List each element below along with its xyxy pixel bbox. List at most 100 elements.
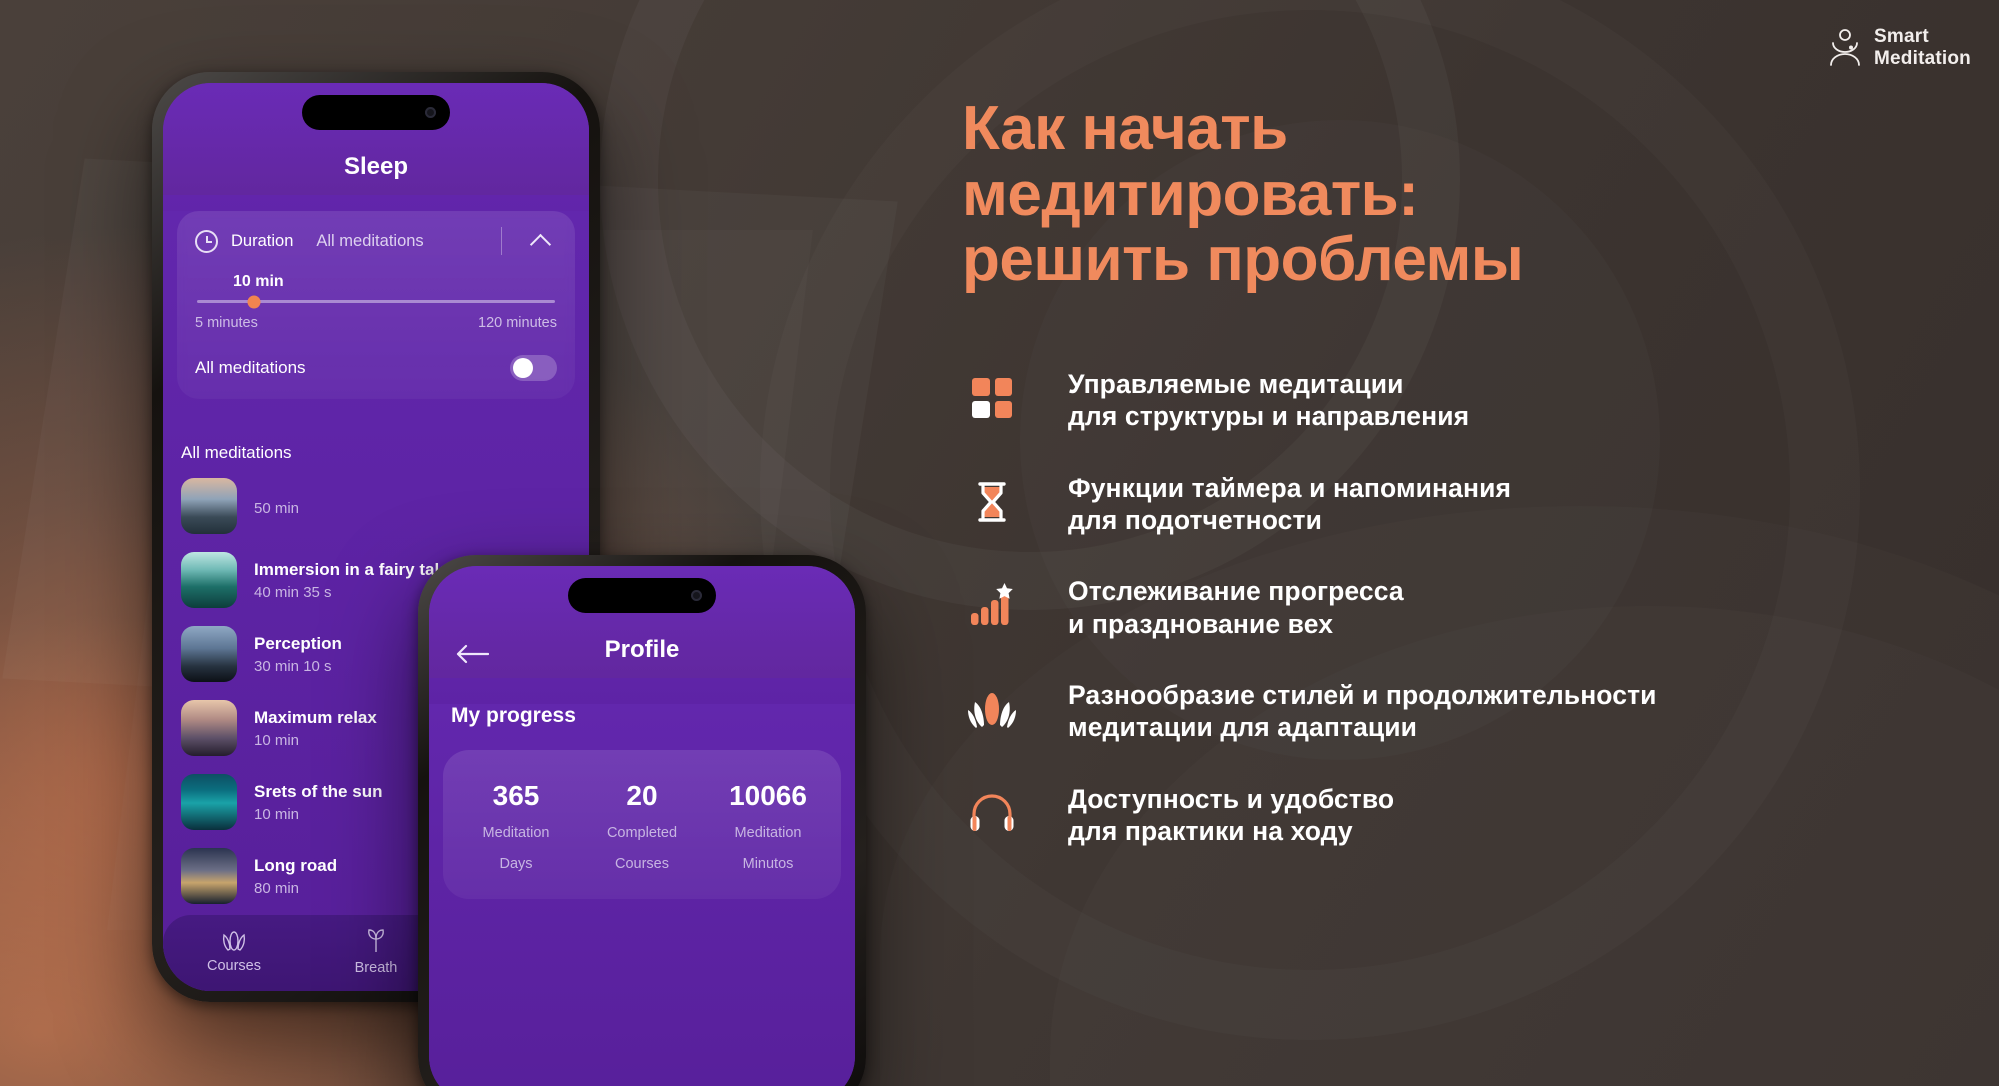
tab-courses[interactable]: Courses [163,929,305,974]
phone2-screen: Profile My progress 365 Meditation Days … [429,566,855,1086]
list-item-text: 50 min [254,496,299,517]
list-item-text: Maximum relax 10 min [254,708,377,749]
progress-section-title: My progress [451,704,576,727]
feature-line-2: медитации для адаптации [1068,712,1418,743]
page-title: Как начать медитировать: решить проблемы [962,96,1972,293]
slider-max-label: 120 minutes [478,315,557,331]
duration-filter-header[interactable]: Duration All meditations [195,227,557,255]
stat-completed-courses: 20 Completed Courses [579,780,705,873]
meditation-thumbnail [181,774,237,830]
list-item[interactable]: 50 min [177,469,575,543]
list-item-duration: 10 min [254,805,300,823]
feature-item: Доступность и удобство для практики на х… [962,783,1972,848]
phone1-screen-title: Sleep [343,153,409,180]
grid-square-br [994,400,1012,419]
stat-value: 365 [492,780,540,811]
headline-line-1: Как начать [962,94,1288,163]
list-item-title: Maximum relax [254,707,377,727]
feature-icon-wrap [962,575,1022,631]
brand-name-line1: Smart [1874,26,1929,47]
feature-text: Управляемые медитации для структуры и на… [1068,368,1469,433]
phone2-notch [568,578,716,613]
slider-handle[interactable] [247,295,261,308]
feature-line-1: Функции таймера и напоминания [1068,472,1512,503]
headline-line-2: медитировать: [962,159,1419,229]
feature-line-2: и празднование вех [1068,608,1334,639]
list-item-title: Perception [254,633,342,653]
feature-line-1: Разнообразие стилей и продолжительности [1068,680,1657,711]
divider [501,227,502,255]
clock-icon [195,229,218,253]
stat-label-line1: Completed [606,825,678,841]
toggle-knob [513,358,533,378]
leaf-icon [368,929,384,952]
feature-line-2: для подотчетности [1068,505,1322,536]
slider-current-value: 10 min [233,273,284,290]
phone-mockup-profile: Profile My progress 365 Meditation Days … [418,555,866,1086]
meditation-thumbnail [181,700,237,756]
slider-min-label: 5 minutes [195,315,258,331]
list-item-duration: 10 min [254,731,300,749]
duration-slider[interactable] [197,295,555,308]
toggle-label: All meditations [195,358,306,377]
headline-line-3: решить проблемы [962,225,1524,295]
meditation-thumbnail [181,478,237,534]
grid-square-bl [972,400,990,419]
duration-selected-value[interactable]: All meditations [316,232,423,251]
brand-name-line2: Meditation [1874,48,1971,70]
duration-filter-card[interactable]: Duration All meditations 10 min 5 minute… [177,211,575,399]
phone2-screen-title: Profile [604,636,680,663]
list-item-title: Long road [254,855,338,875]
feature-icon-wrap [962,783,1022,839]
feature-line-1: Доступность и удобство [1068,783,1395,814]
slider-range-labels: 5 minutes 120 minutes [195,315,557,331]
feature-icon-wrap [962,368,1022,424]
feature-text: Разнообразие стилей и продолжительности … [1068,679,1657,744]
all-meditations-toggle-row[interactable]: All meditations [195,355,557,381]
stat-value: 10066 [729,780,807,811]
feature-list: Управляемые медитации для структуры и на… [962,368,1972,847]
list-item-duration: 30 min 10 s [254,657,332,675]
stat-meditation-minutes: 10066 Meditation Minutos [705,780,831,873]
list-item-duration: 50 min [254,499,300,517]
meditating-person-icon [1830,29,1860,67]
progress-stats-card: 365 Meditation Days 20 Completed Courses… [443,750,841,900]
brand-name: Smart Meditation [1874,26,1971,71]
feature-icon-wrap [962,679,1022,735]
progress-chart-star-icon [971,583,1013,626]
feature-item: Функции таймера и напоминания для подотч… [962,472,1972,537]
feature-text: Отслеживание прогресса и празднование ве… [1068,575,1404,640]
chevron-up-icon[interactable] [529,233,552,255]
stat-label-line2: Minutos [742,855,794,872]
stat-meditation-days: 365 Meditation Days [453,780,579,873]
feature-item: Отслеживание прогресса и празднование ве… [962,575,1972,640]
stat-label-line1: Meditation [734,825,802,841]
feature-line-1: Отслеживание прогресса [1068,576,1404,607]
tab-label: Courses [207,958,261,974]
stat-value: 20 [626,780,658,811]
feature-text: Функции таймера и напоминания для подотч… [1068,472,1511,537]
lotus-icon [222,931,246,951]
grid-square-tr [994,378,1012,396]
grid-square-tl [972,378,990,396]
main-content: Как начать медитировать: решить проблемы… [962,96,1972,847]
headphones-icon [970,794,1014,831]
list-item-text: Long road 80 min [254,856,337,897]
all-meditations-toggle[interactable] [510,355,557,381]
feature-line-2: для структуры и направления [1068,401,1470,432]
list-item-text: Perception 30 min 10 s [254,634,342,675]
grid-squares-icon [972,378,1012,419]
tab-label: Breath [354,960,398,976]
list-item-title: Immersion in a fairy tale [254,559,449,579]
meditation-thumbnail [181,552,237,608]
list-item-text: Srets of the sun 10 min [254,782,382,823]
phone1-notch [302,95,450,130]
lotus-icon [968,693,1016,729]
list-item-duration: 80 min [254,879,300,897]
feature-icon-wrap [962,472,1022,528]
arrow-left-icon[interactable] [455,644,489,664]
feature-line-1: Управляемые медитации [1068,369,1404,400]
meditation-thumbnail [181,848,237,904]
feature-text: Доступность и удобство для практики на х… [1068,783,1394,848]
feature-item: Разнообразие стилей и продолжительности … [962,679,1972,744]
